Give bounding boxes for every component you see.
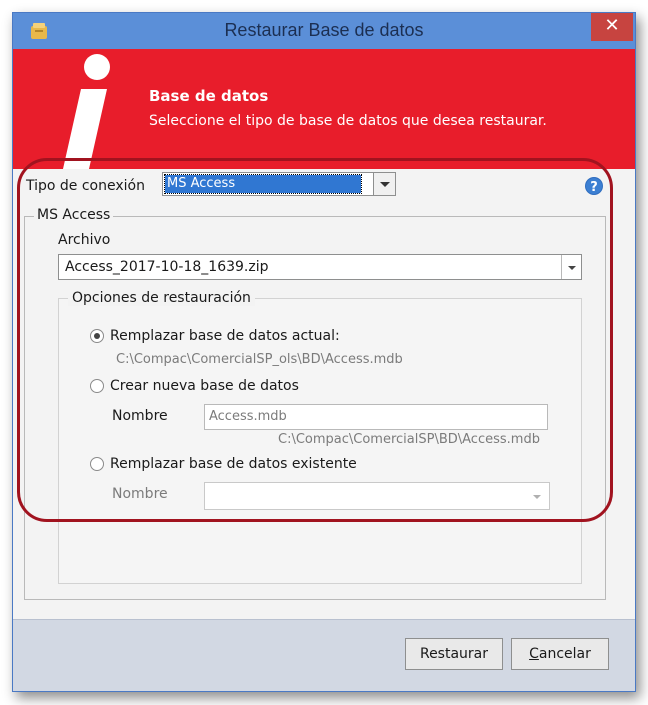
cancel-label: ancelar: [538, 646, 591, 662]
title-bar[interactable]: Restaurar Base de datos ✕: [13, 13, 635, 49]
highlight-annotation: [17, 158, 613, 522]
cancel-button[interactable]: Cancelar: [511, 638, 609, 670]
info-i-logo-icon: [63, 54, 110, 169]
header-banner: Base de datos Seleccione el tipo de base…: [13, 49, 635, 169]
close-icon: ✕: [604, 15, 620, 36]
cancel-accelerator: C: [529, 646, 539, 662]
dialog-footer: Restaurar Cancelar: [13, 619, 635, 691]
banner-subtitle: Seleccione el tipo de base de datos que …: [149, 113, 547, 129]
window-title: Restaurar Base de datos: [224, 20, 424, 40]
close-button[interactable]: ✕: [591, 13, 633, 41]
banner-title: Base de datos: [149, 87, 269, 105]
restore-button[interactable]: Restaurar: [405, 638, 503, 670]
